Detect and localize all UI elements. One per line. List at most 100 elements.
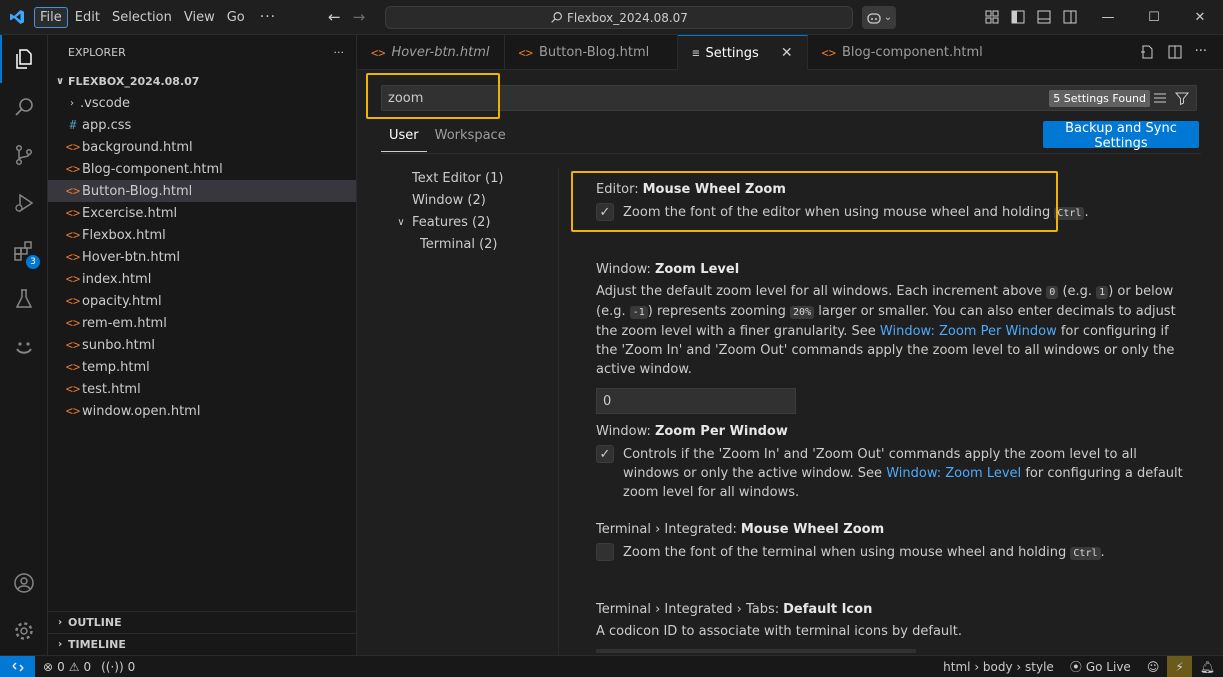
tab-hover-btn[interactable]: <> Hover-btn.html [357,35,505,70]
remote-indicator-icon[interactable] [0,656,35,677]
toggle-secondary-sidebar-icon[interactable] [1062,9,1078,25]
more-actions-icon[interactable]: ··· [1195,44,1207,64]
menu-more-button[interactable]: ··· [260,9,276,25]
file-item[interactable]: <> index.html [48,268,356,290]
html-file-icon: <> [65,404,81,418]
minimize-icon[interactable]: — [1085,0,1131,35]
outline-section[interactable]: › OUTLINE [48,611,357,633]
desc-text: . [1084,205,1089,220]
menu-go[interactable]: Go [222,8,250,27]
tab-user[interactable]: User [381,124,427,152]
file-item[interactable]: <> window.open.html [48,400,356,422]
tab-blog-component[interactable]: <> Blog-component.html [808,35,997,70]
filter-icon[interactable] [1174,90,1190,110]
error-icon: ⊗ [43,659,54,674]
file-label: app.css [82,117,132,133]
divider [558,167,559,655]
go-live-button[interactable]: ⦿ Go Live [1062,656,1139,677]
toggle-panel-icon[interactable] [1036,9,1052,25]
customize-layout-icon[interactable] [984,9,1000,25]
checkbox-checked[interactable]: ✓ [596,445,614,463]
file-item[interactable]: <> Button-Blog.html [48,180,356,202]
notifications-bell-icon[interactable]: 🔔︎ [1192,656,1223,677]
breadcrumb[interactable]: html › body › style [935,656,1062,677]
file-label: Button-Blog.html [82,183,193,199]
file-item[interactable]: <> Flexbox.html [48,224,356,246]
file-item[interactable]: <> Blog-component.html [48,158,356,180]
problems-indicator[interactable]: ⊗ 0 ⚠ 0 [43,660,91,674]
toggle-primary-sidebar-icon[interactable] [1010,9,1026,25]
html-file-icon: <> [65,228,81,242]
back-arrow-icon[interactable]: ← [328,8,341,26]
close-icon[interactable]: ✕ [1177,0,1223,35]
toc-window[interactable]: Window (2) [393,189,553,211]
setting-link[interactable]: Window: Zoom Level [886,466,1021,481]
source-control-icon[interactable] [0,131,48,179]
maximize-icon[interactable]: ☐ [1131,0,1177,35]
checkbox-unchecked[interactable] [596,543,614,561]
zoom-level-input[interactable]: 0 [596,388,796,414]
explorer-more-button[interactable]: ··· [334,46,345,59]
file-label: rem-em.html [82,315,167,331]
copilot-menu-button[interactable]: ⌄ [862,6,896,29]
file-label: .vscode [80,95,130,111]
timeline-section[interactable]: › TIMELINE [48,633,357,655]
toc-features[interactable]: ∨ Features (2) [393,211,553,233]
forward-arrow-icon[interactable]: → [353,8,366,26]
menu-edit[interactable]: Edit [70,8,105,27]
file-item[interactable]: # app.css [48,114,356,136]
file-item[interactable]: <> sunbo.html [48,334,356,356]
file-item[interactable]: <> Excercise.html [48,202,356,224]
results-count-badge: 5 Settings Found [1049,90,1150,107]
explorer-icon[interactable] [0,35,48,83]
account-icon[interactable] [0,559,48,607]
menu-view[interactable]: View [179,8,220,27]
search-icon[interactable] [0,83,48,131]
tab-settings[interactable]: ≡ Settings ✕ [678,35,808,70]
menu-file[interactable]: File [34,6,68,28]
copilot-icon[interactable] [0,323,48,371]
menu-selection[interactable]: Selection [107,8,177,27]
ports-count: 0 [127,659,136,674]
command-center[interactable]: Flexbox_2024.08.07 [385,6,853,29]
file-label: temp.html [82,359,150,375]
default-icon-input[interactable] [596,649,916,653]
file-item[interactable]: <> rem-em.html [48,312,356,334]
code-keyword: 20% [790,306,815,319]
file-item[interactable]: › .vscode [48,92,356,114]
html-file-icon: <> [518,45,533,60]
file-label: opacity.html [82,293,162,309]
ports-indicator[interactable]: ((·)) 0 [101,660,135,674]
file-item[interactable]: <> opacity.html [48,290,356,312]
activity-bar: 3 [0,35,48,655]
file-label: test.html [82,381,141,397]
layout-controls [984,9,1078,25]
clear-filter-icon[interactable] [1152,90,1168,110]
extensions-icon[interactable]: 3 [0,227,48,275]
testing-icon[interactable] [0,275,48,323]
split-editor-icon[interactable] [1167,44,1183,64]
run-debug-icon[interactable] [0,179,48,227]
copilot-status-icon[interactable]: ☺ [1139,656,1168,677]
close-icon[interactable]: ✕ [781,45,793,61]
open-settings-json-icon[interactable] [1139,44,1155,64]
file-item[interactable]: <> Hover-btn.html [48,246,356,268]
toc-terminal[interactable]: Terminal (2) [393,233,553,255]
no-bell-icon[interactable]: ⚡ [1167,656,1192,677]
settings-search-input[interactable]: zoom 5 Settings Found [381,85,1197,111]
file-tree: › .vscode # app.css <> background.html <> Blog-… [48,92,356,422]
toc-text-editor[interactable]: Text Editor (1) [393,167,553,189]
file-item[interactable]: <> background.html [48,136,356,158]
setting-link[interactable]: Window: Zoom Per Window [880,324,1057,339]
error-count: 0 [57,659,65,674]
file-item[interactable]: <> temp.html [48,356,356,378]
desc-text: ) [647,304,653,319]
manage-gear-icon[interactable] [0,607,48,655]
tab-button-blog[interactable]: <> Button-Blog.html [505,35,679,70]
desc-text: (e.g. [1062,284,1093,299]
file-item[interactable]: <> test.html [48,378,356,400]
status-left: ⊗ 0 ⚠ 0 ((·)) 0 [43,660,135,674]
backup-sync-button[interactable]: Backup and Sync Settings [1043,121,1199,151]
tab-workspace[interactable]: Workspace [427,124,514,152]
workspace-folder[interactable]: ∨ FLEXBOX_2024.08.07 [48,70,356,92]
